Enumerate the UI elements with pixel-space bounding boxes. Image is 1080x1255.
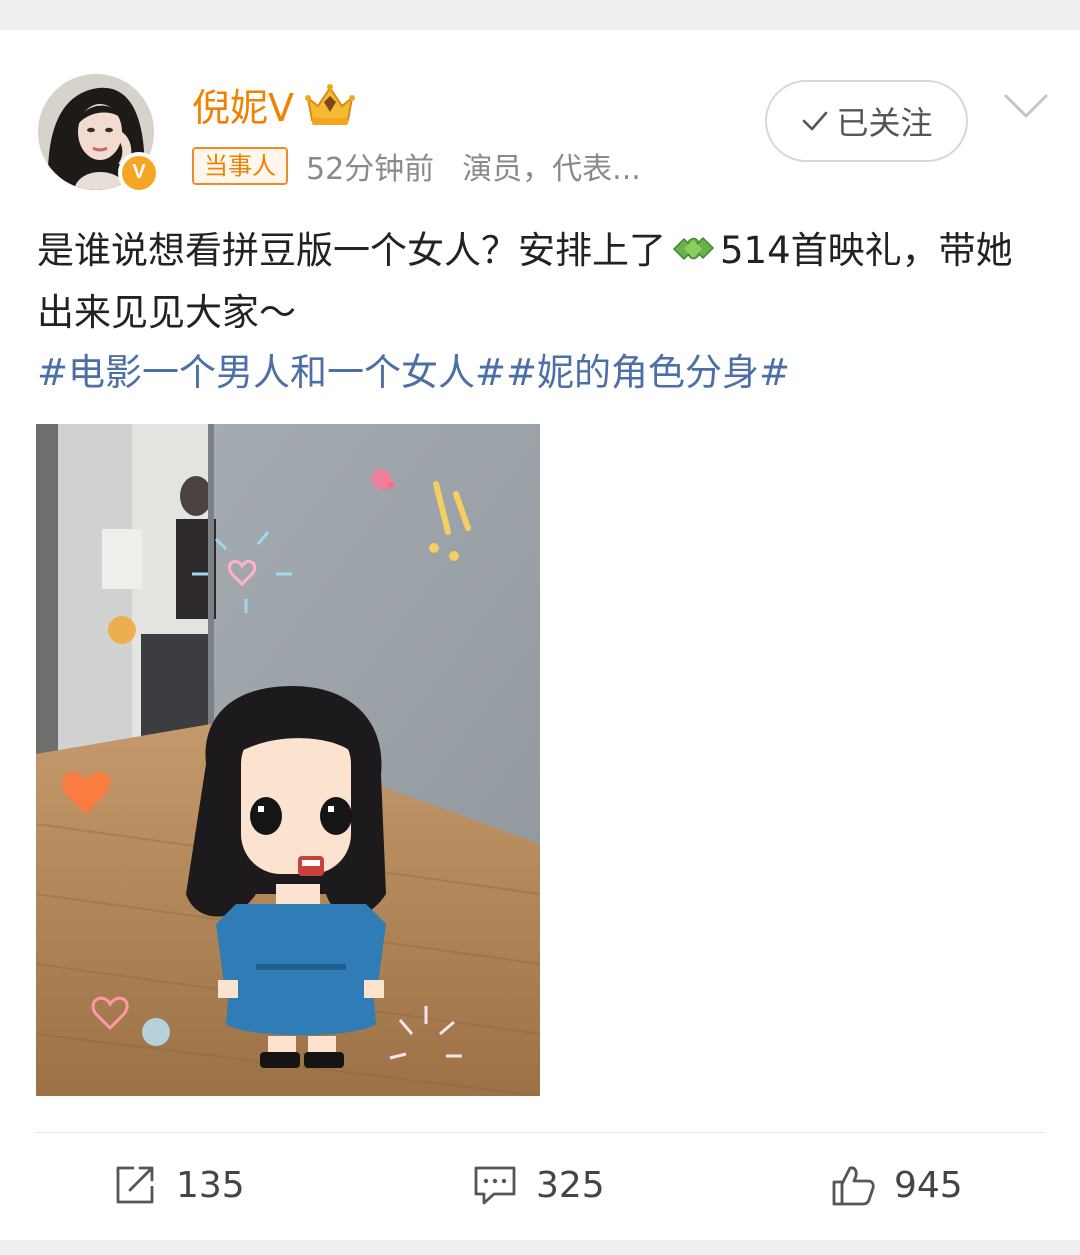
vip-crown-icon[interactable] [302,80,358,128]
topic-links[interactable]: #电影一个男人和一个女人##妮的角色分身# [37,342,790,404]
user-description: 演员，代表... [462,152,641,187]
following-label: 已关注 [836,104,933,142]
thumbs-up-icon [832,1166,875,1206]
checkmark-icon [803,111,828,131]
username[interactable]: 倪妮V [192,77,294,132]
comment-count: 325 [536,1164,605,1206]
repost-count: 135 [176,1164,245,1206]
comment-button[interactable]: 325 [472,1160,605,1210]
participant-tag: 当事人 [192,147,288,185]
post-image[interactable] [36,424,540,1096]
post-text-part-1: 是谁说想看拼豆版一个女人？安排上了 [37,229,666,272]
like-count: 945 [894,1164,963,1206]
puzzle-emoji-icon [672,236,715,261]
chevron-down-icon[interactable] [1000,88,1052,124]
divider [36,1132,1044,1133]
post-time: 52分钟前 [306,152,435,187]
following-button[interactable]: 已关注 [765,80,968,162]
repost-icon [116,1166,154,1204]
post-text: 是谁说想看拼豆版一个女人？安排上了 514首映礼，带她出来见见大家～ [37,220,1047,344]
verified-badge-icon: V [118,152,160,194]
repost-button[interactable]: 135 [112,1160,245,1210]
like-button[interactable]: 945 [830,1160,963,1210]
comment-icon [474,1166,516,1205]
weibo-post-card: V 倪妮V 当事人 52分钟前 演员，代表... 已关注 是谁说想看拼豆版一个女… [0,30,1080,1240]
